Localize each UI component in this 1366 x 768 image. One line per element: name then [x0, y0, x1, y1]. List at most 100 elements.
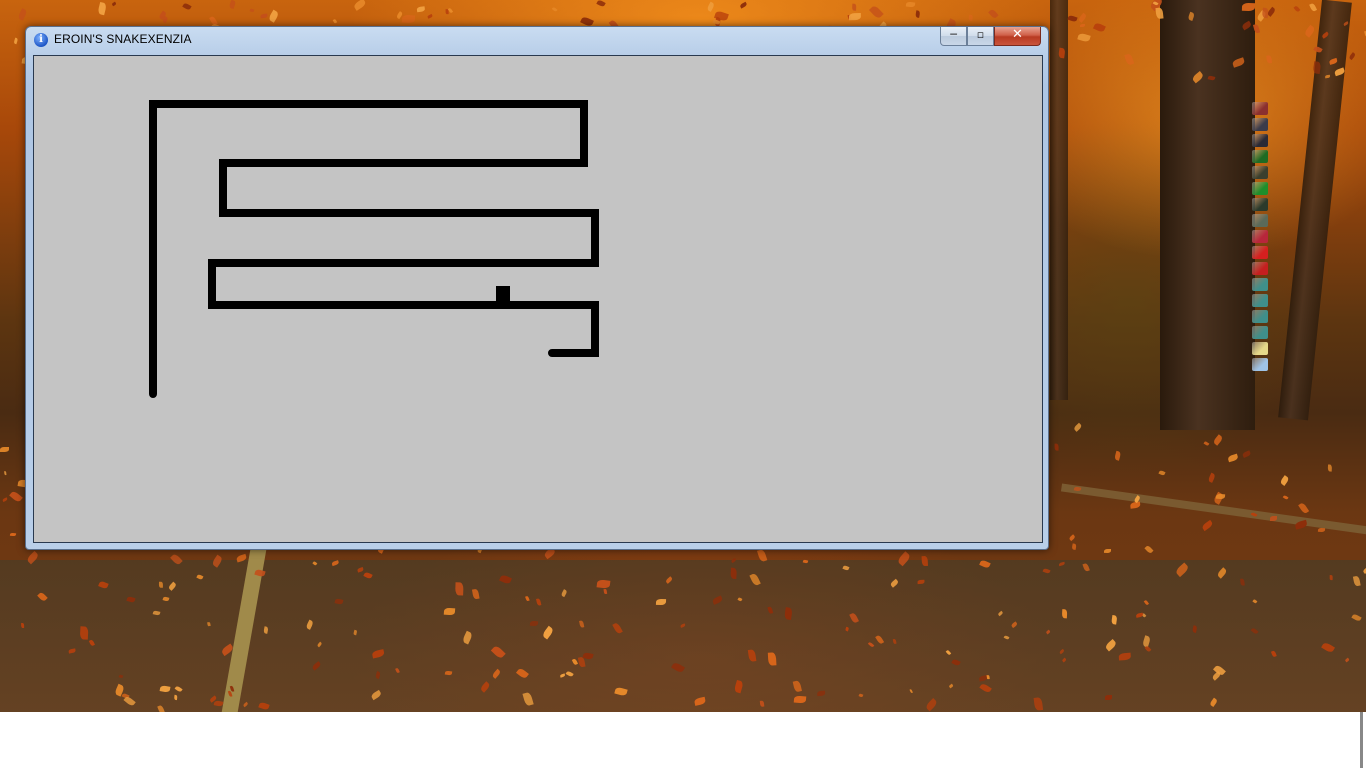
- leaf: [182, 2, 192, 11]
- leaf: [1279, 475, 1290, 487]
- game-icon-soldier[interactable]: [1252, 118, 1268, 131]
- leaf: [596, 579, 611, 589]
- leaf: [986, 674, 990, 680]
- desktop-icon-strip: [1252, 102, 1270, 374]
- game-icon-green-star[interactable]: [1252, 150, 1268, 163]
- leaf: [1068, 533, 1076, 541]
- leaf: [96, 2, 107, 16]
- leaf: [1215, 493, 1226, 500]
- leaf: [1266, 6, 1276, 17]
- game-icon-red-logo[interactable]: [1252, 262, 1268, 275]
- leaf: [849, 13, 862, 21]
- wallpaper-road: [0, 560, 1366, 712]
- game-icon-13[interactable]: [1252, 246, 1268, 259]
- app-icon-window[interactable]: [1252, 278, 1268, 291]
- leaf: [905, 1, 916, 8]
- leaf: [1114, 451, 1122, 462]
- leaf: [260, 13, 268, 19]
- wallpaper-tree-trunk: [1050, 0, 1068, 400]
- leaf: [917, 579, 925, 584]
- leaf: [739, 1, 748, 9]
- leaf: [13, 37, 18, 44]
- leaf: [1144, 545, 1154, 555]
- info-icon: i: [34, 33, 48, 47]
- leaf: [17, 7, 29, 21]
- leaf: [4, 471, 7, 476]
- maximize-button[interactable]: ▫: [967, 27, 994, 46]
- leaf: [1093, 22, 1107, 33]
- minimize-button[interactable]: ─: [940, 27, 967, 46]
- leaf: [968, 15, 974, 22]
- leaf: [1054, 443, 1059, 451]
- leaf: [1329, 574, 1333, 580]
- folder-icon[interactable]: [1252, 342, 1268, 355]
- leaf: [1201, 519, 1215, 531]
- leaf: [416, 6, 426, 13]
- leaf: [1071, 543, 1077, 551]
- leaf: [1227, 453, 1239, 463]
- scrollbar-edge: [1360, 712, 1363, 768]
- leaf: [249, 7, 255, 13]
- leaf: [1067, 14, 1078, 22]
- game-icon-team[interactable]: [1252, 214, 1268, 227]
- game-icon-fighter[interactable]: [1252, 230, 1268, 243]
- leaf: [1, 497, 9, 503]
- leaf: [1312, 61, 1321, 75]
- leaf: [921, 556, 928, 567]
- leaf: [455, 582, 464, 596]
- leaf: [915, 10, 921, 19]
- leaf: [1207, 472, 1217, 483]
- wallpaper-curb: [1060, 483, 1366, 535]
- leaf: [1266, 54, 1273, 64]
- recycle-bin-icon[interactable]: [1252, 358, 1268, 371]
- app-icon-window[interactable]: [1252, 326, 1268, 339]
- leaf: [332, 18, 338, 24]
- game-background: [34, 56, 1042, 542]
- leaf: [353, 0, 367, 12]
- leaf: [1317, 527, 1326, 533]
- leaf: [603, 588, 607, 594]
- leaf: [1348, 51, 1357, 60]
- game-icon-red-swirl[interactable]: [1252, 102, 1268, 115]
- leaf: [551, 6, 558, 13]
- leaf: [9, 532, 16, 537]
- app-icon-window[interactable]: [1252, 310, 1268, 323]
- bottom-blank-area: [0, 712, 1366, 768]
- leaf: [1282, 494, 1290, 501]
- game-icon-soldier-dark[interactable]: [1252, 166, 1268, 179]
- leaf: [1293, 5, 1301, 13]
- leaf: [1061, 609, 1068, 619]
- leaf: [428, 14, 434, 19]
- game-icon-mw[interactable]: [1252, 198, 1268, 211]
- leaf: [988, 8, 999, 19]
- leaf: [443, 607, 455, 615]
- leaf: [444, 670, 452, 676]
- leaf: [1303, 24, 1316, 39]
- leaf: [1308, 2, 1317, 13]
- leaf: [1058, 47, 1066, 59]
- game-canvas-frame: [33, 55, 1043, 543]
- leaf: [729, 567, 737, 580]
- leaf: [706, 1, 716, 12]
- leaf: [1077, 33, 1091, 43]
- leaf: [229, 0, 236, 9]
- game-canvas[interactable]: [34, 56, 1042, 542]
- app-icon-window[interactable]: [1252, 294, 1268, 307]
- leaf: [1124, 53, 1135, 66]
- leaf: [1242, 450, 1252, 458]
- leaf: [1327, 464, 1333, 473]
- leaf: [767, 652, 777, 666]
- leaf: [1077, 12, 1088, 23]
- leaf: [9, 490, 24, 504]
- leaf: [1212, 433, 1224, 446]
- window-title: EROIN'S SNAKEXENZIA: [54, 32, 192, 46]
- leaf: [0, 446, 9, 452]
- game-icon-assassin[interactable]: [1252, 134, 1268, 147]
- leaf: [80, 626, 89, 640]
- close-button[interactable]: ✕: [994, 27, 1041, 46]
- leaf: [851, 3, 857, 11]
- leaf: [20, 623, 25, 629]
- leaf: [267, 10, 280, 24]
- leaf: [596, 0, 607, 8]
- game-icon-mw2[interactable]: [1252, 182, 1268, 195]
